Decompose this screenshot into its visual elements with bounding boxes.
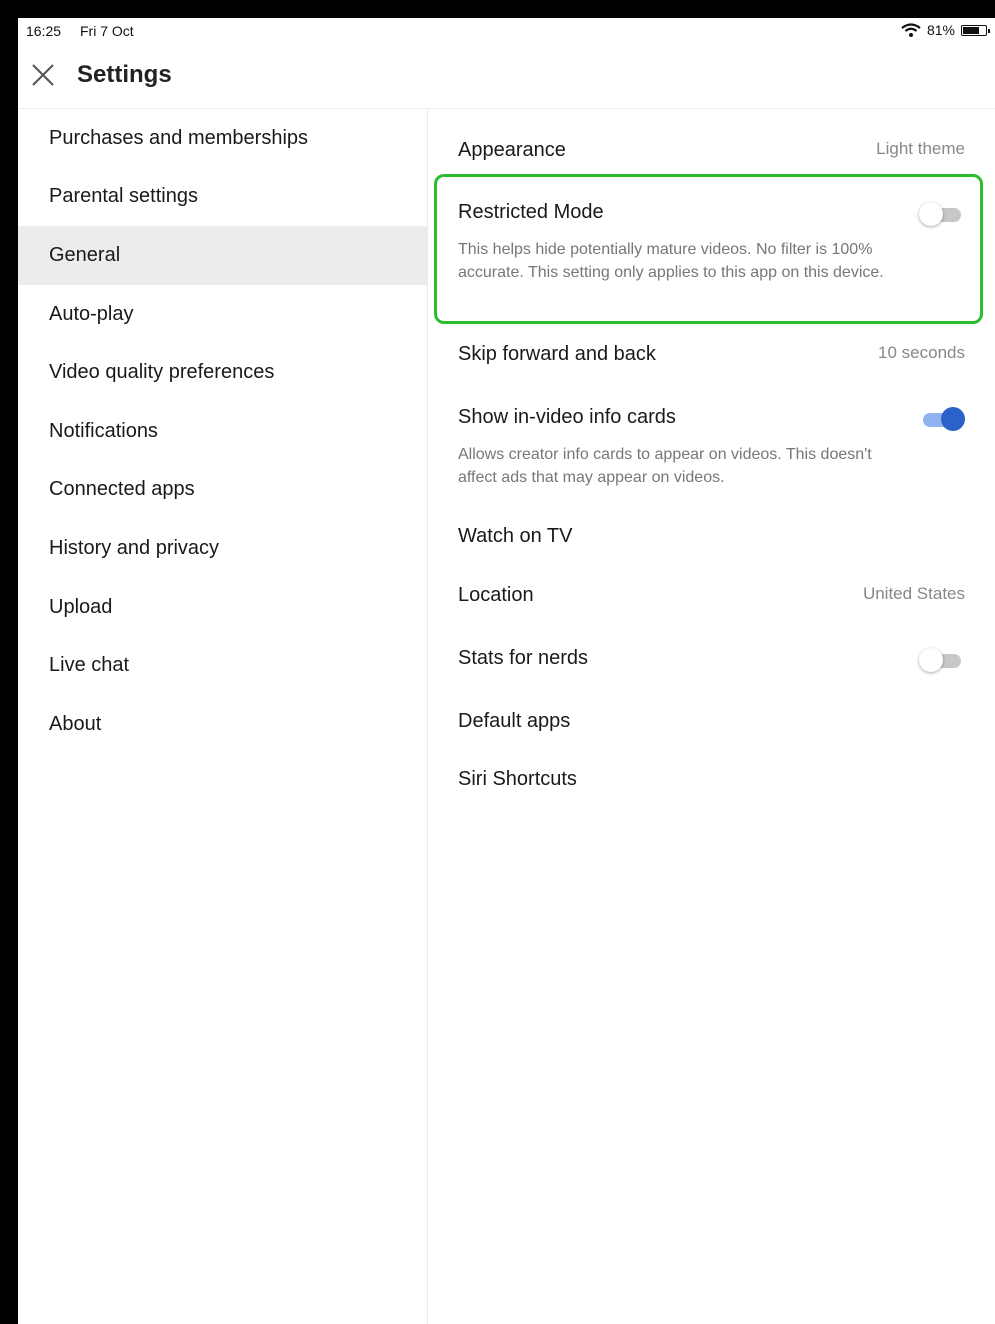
- toggle-knob: [941, 407, 965, 431]
- status-time: 16:25: [26, 23, 62, 39]
- app-screen: 16:25 Fri 7 Oct 81% Settings Purchases a…: [18, 18, 995, 1324]
- watch-tv-label: Watch on TV: [458, 525, 573, 547]
- restricted-mode-row: Restricted Mode This helps hide potentia…: [458, 201, 965, 284]
- appearance-row[interactable]: Appearance Light theme: [458, 139, 965, 162]
- appearance-value: Light theme: [876, 139, 965, 158]
- siri-row[interactable]: Siri Shortcuts: [458, 768, 965, 791]
- sidebar-item-general[interactable]: General: [18, 226, 427, 285]
- status-bar: 16:25 Fri 7 Oct 81%: [18, 18, 995, 46]
- battery-fill: [963, 26, 980, 34]
- toggle-knob: [919, 202, 943, 226]
- sidebar-item-history-privacy[interactable]: History and privacy: [18, 519, 427, 578]
- wifi-icon: [901, 23, 921, 37]
- sidebar-item-video-quality[interactable]: Video quality preferences: [18, 343, 427, 402]
- status-right: 81%: [901, 22, 990, 38]
- battery-icon: [961, 24, 990, 36]
- sidebar-item-connected-apps[interactable]: Connected apps: [18, 461, 427, 520]
- info-cards-description: Allows creator info cards to appear on v…: [458, 446, 872, 486]
- stats-row: Stats for nerds: [458, 647, 965, 673]
- info-cards-label: Show in-video info cards: [458, 406, 676, 428]
- battery-percent: 81%: [926, 22, 955, 38]
- page-title: Settings: [77, 61, 172, 88]
- restricted-mode-label: Restricted Mode: [458, 201, 604, 223]
- default-apps-label: Default apps: [458, 710, 571, 732]
- sidebar: Purchases and memberships Parental setti…: [18, 109, 428, 1324]
- close-icon[interactable]: [30, 62, 56, 88]
- stats-toggle[interactable]: [919, 647, 965, 673]
- sidebar-item-notifications[interactable]: Notifications: [18, 402, 427, 461]
- location-value: United States: [862, 584, 965, 603]
- toggle-knob: [919, 648, 943, 672]
- settings-panel: Appearance Light theme Restricted Mode T…: [428, 109, 995, 1324]
- sidebar-item-upload[interactable]: Upload: [18, 578, 427, 637]
- header: Settings: [18, 46, 995, 109]
- sidebar-item-purchases[interactable]: Purchases and memberships: [18, 109, 427, 168]
- skip-row[interactable]: Skip forward and back 10 seconds: [458, 343, 965, 366]
- skip-value: 10 seconds: [878, 343, 965, 362]
- sidebar-item-live-chat[interactable]: Live chat: [18, 636, 427, 695]
- sidebar-item-about[interactable]: About: [18, 695, 427, 754]
- restricted-mode-description: This helps hide potentially mature video…: [458, 241, 884, 281]
- sidebar-item-autoplay[interactable]: Auto-play: [18, 285, 427, 344]
- default-apps-row[interactable]: Default apps: [458, 710, 965, 733]
- siri-label: Siri Shortcuts: [458, 768, 577, 790]
- info-cards-toggle[interactable]: [919, 406, 965, 432]
- location-row[interactable]: Location United States: [458, 584, 965, 607]
- info-cards-row: Show in-video info cards Allows creator …: [458, 406, 965, 489]
- restricted-mode-toggle[interactable]: [919, 201, 965, 227]
- sidebar-item-parental[interactable]: Parental settings: [18, 168, 427, 227]
- watch-tv-row[interactable]: Watch on TV: [458, 525, 965, 548]
- stats-label: Stats for nerds: [458, 647, 589, 669]
- status-date: Fri 7 Oct: [80, 23, 134, 39]
